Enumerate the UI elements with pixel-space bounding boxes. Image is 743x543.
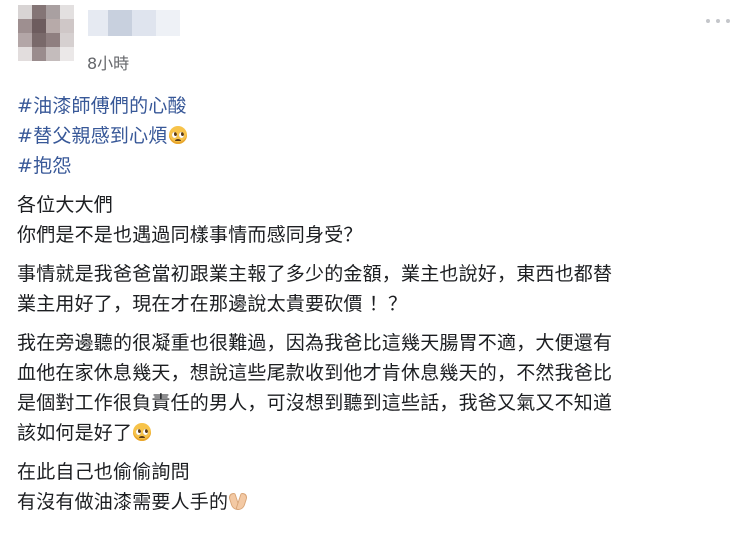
hashtag-link[interactable]: #抱怨 <box>17 151 732 181</box>
text-line: 血他在家休息幾天，想說這些尾款收到他才肯休息幾天的，不然我爸比 <box>17 362 613 384</box>
hashtag-link[interactable]: #油漆師傅們的心酸 <box>17 91 732 121</box>
post-paragraph: 事情就是我爸爸當初跟業主報了多少的金額，業主也說好，東西也都替 業主用好了，現在… <box>17 250 732 319</box>
crying-face-icon <box>168 126 187 144</box>
more-options-button[interactable] <box>706 14 730 28</box>
more-dot-icon <box>706 19 710 23</box>
hashtag-link[interactable]: #替父親感到心煩 <box>17 121 732 151</box>
text-line: 各位大大們 <box>17 194 114 216</box>
crying-face-icon <box>133 423 152 441</box>
text-line: 你們是不是也遇過同樣事情而感同身受？ <box>17 224 363 246</box>
author-name-blurred[interactable] <box>88 10 180 36</box>
post-paragraph: 我在旁邊聽的很凝重也很難過，因為我爸比這幾天腸胃不適，大便還有 血他在家休息幾天… <box>17 319 732 448</box>
avatar[interactable] <box>18 5 74 61</box>
more-dot-icon <box>726 19 730 23</box>
hashtag-list: #油漆師傅們的心酸 #替父親感到心煩 #抱怨 <box>17 91 732 181</box>
facebook-post: 8小時 #油漆師傅們的心酸 #替父親感到心煩 #抱怨 各位大大們 你們是不是也遇… <box>0 0 743 543</box>
post-content: #油漆師傅們的心酸 #替父親感到心煩 #抱怨 各位大大們 你們是不是也遇過同樣事… <box>17 91 732 517</box>
post-timestamp[interactable]: 8小時 <box>87 54 129 74</box>
post-paragraph: 在此自己也偷偷詢問 有沒有做油漆需要人手的 <box>17 448 732 517</box>
text-line: 是個對工作很負責任的男人，可沒想到聽到這些話，我爸又氣又不知道 <box>17 392 613 414</box>
more-dot-icon <box>716 19 720 23</box>
post-paragraph: 各位大大們 你們是不是也遇過同樣事情而感同身受？ <box>17 181 732 250</box>
text-line: 業主用好了，現在才在那邊說太貴要砍價 ！？ <box>17 293 408 315</box>
text-line: 我在旁邊聽的很凝重也很難過，因為我爸比這幾天腸胃不適，大便還有 <box>17 332 613 354</box>
text-line: 有沒有做油漆需要人手的 <box>17 487 732 517</box>
folded-hands-icon <box>229 492 247 510</box>
text-line: 事情就是我爸爸當初跟業主報了多少的金額，業主也說好，東西也都替 <box>17 263 613 285</box>
text-line: 該如何是好了 <box>17 418 732 448</box>
text-line: 在此自己也偷偷詢問 <box>17 461 190 483</box>
